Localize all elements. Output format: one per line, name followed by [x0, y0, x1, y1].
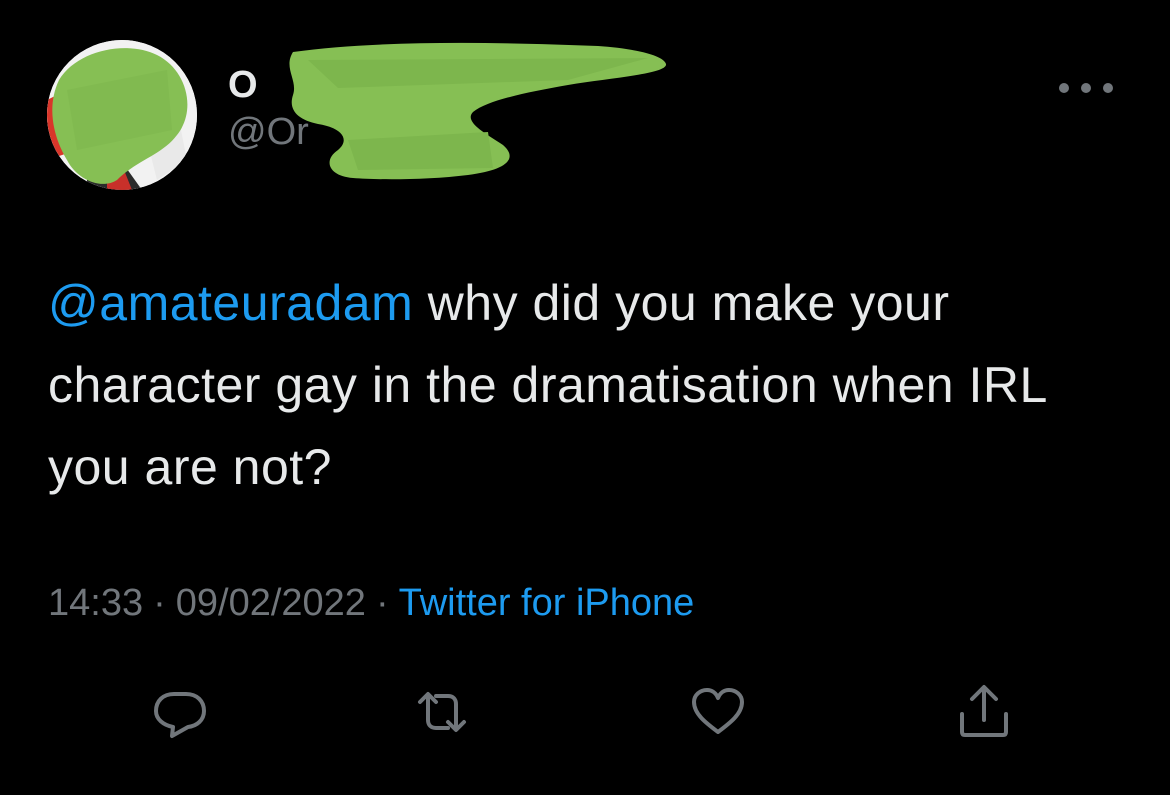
action-bar: [0, 680, 1170, 750]
retweet-icon: [418, 692, 466, 732]
tweet-source[interactable]: Twitter for iPhone: [399, 582, 695, 624]
retweet-button[interactable]: [410, 680, 474, 744]
tweet-time: 14:33: [48, 582, 144, 624]
reply-button[interactable]: [148, 680, 212, 744]
reply-icon: [154, 692, 206, 738]
redaction-scribble: [289, 42, 667, 180]
meta-separator: ·: [375, 582, 389, 624]
tweet-meta: 14:33 · 09/02/2022 · Twitter for iPhone: [48, 582, 694, 625]
tweet-date: 09/02/2022: [175, 582, 366, 624]
mention-link[interactable]: @amateuradam: [48, 275, 413, 331]
heart-icon: [692, 688, 744, 734]
tweet-text: @amateuradam why did you make your chara…: [48, 262, 1128, 508]
share-button[interactable]: [952, 680, 1016, 744]
meta-separator: ·: [153, 582, 166, 624]
share-icon: [960, 685, 1008, 737]
tweet-detail: O @Or @amateuradam why did you make your…: [0, 0, 1170, 795]
more-horizontal-icon[interactable]: [1054, 76, 1118, 100]
avatar[interactable]: [47, 40, 197, 190]
like-button[interactable]: [686, 680, 750, 744]
